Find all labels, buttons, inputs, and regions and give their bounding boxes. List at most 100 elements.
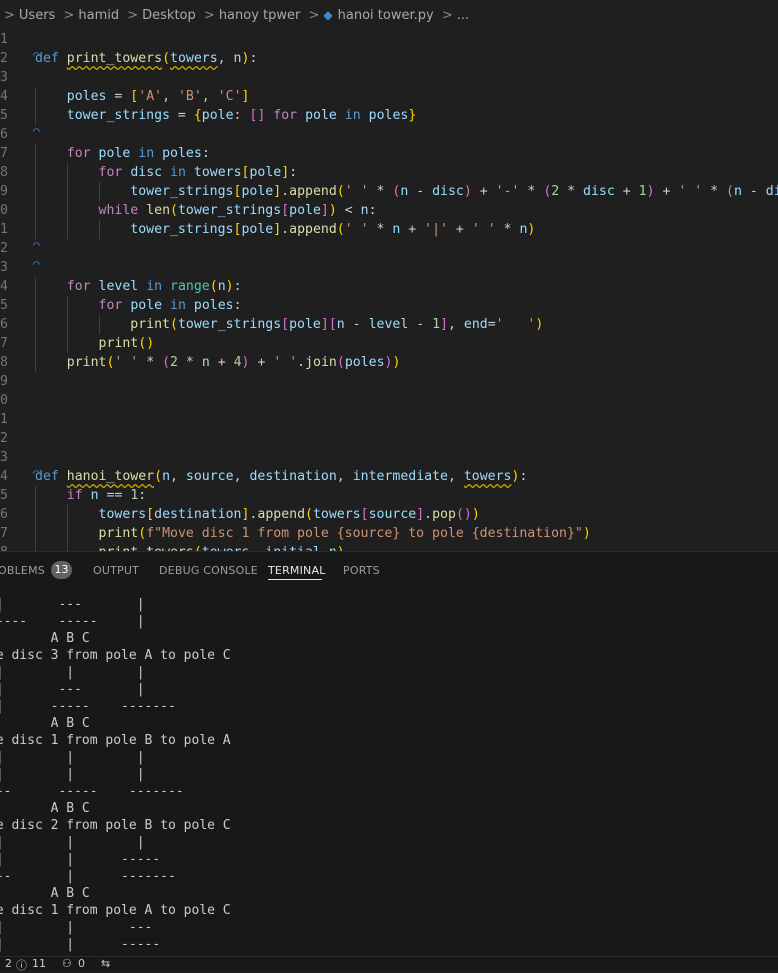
code-hint-icon[interactable]: ⌒ [33,121,40,140]
line-number: 3 [0,70,8,85]
line-number: 1 [0,32,8,47]
code-text: towers[destination].append(towers[source… [98,507,480,522]
code-line[interactable]: 7 print() [0,334,778,353]
code-text: poles = ['A', 'B', 'C'] [66,89,250,104]
line-number: 1 [0,222,8,237]
chevron-right-icon: > [203,8,215,23]
line-number: 2 [0,241,8,256]
panel-tabs: OBLEMS 13 OUTPUT DEBUG CONSOLE TERMINAL … [0,552,778,588]
code-text: print(tower_strings[pole][n - level - 1]… [130,317,544,332]
line-number: 6 [0,127,8,142]
terminal-line: ve disc 1 from pole A to pole C [0,903,231,918]
code-line[interactable]: 5 tower_strings = {pole: [] for pole in … [0,106,778,125]
line-number: 2 [0,51,8,66]
terminal-line: | | | [0,767,145,782]
code-line[interactable]: 3 [0,68,778,87]
breadcrumb-item-symbols[interactable]: ... [457,8,469,23]
code-line[interactable]: 9 [0,372,778,391]
tab-debug-console[interactable]: DEBUG CONSOLE [159,564,258,577]
code-text: tower_strings[pole].append(' ' * (n - di… [130,184,778,199]
terminal-line: A B C [50,631,90,646]
code-line[interactable]: 6 towers[destination].append(towers[sour… [0,505,778,524]
code-line[interactable]: 6 ⌒ [0,124,778,144]
line-number: 3 [0,450,8,465]
code-text: print_towers(towers, initial_n) [35,543,345,551]
breadcrumb-item-file[interactable]: hanoi tower.py [338,8,434,23]
code-line[interactable]: 0 while len(tower_strings[pole]) < n: [0,201,778,220]
code-line[interactable]: 3 ⌒ [0,257,778,277]
line-number: 3 [0,260,8,275]
breadcrumb: > Users > hamid > Desktop > hanoy tpwer > ◆ ha… [0,8,778,30]
line-number: 2 [0,431,8,446]
chevron-right-icon: > [441,8,453,23]
terminal-line: | | ----- [0,852,161,867]
code-line[interactable]: 7 print(f"Move disc 1 from pole {source}… [0,524,778,543]
code-text: def print_towers(towers, n): [35,51,258,66]
code-hint-icon[interactable]: ⌒ [33,235,40,254]
line-number: 7 [0,526,8,541]
terminal-output[interactable]: | --- | ----- ----- | A B C ve disc 3 from… [0,596,778,957]
tab-problems[interactable]: OBLEMS [0,564,45,577]
code-line[interactable]: 1 tower_strings[pole].append(' ' * n + '… [0,220,778,239]
warning-icon: ⓘ [16,959,27,972]
code-line[interactable]: 9 tower_strings[pole].append(' ' * (n - … [0,182,778,201]
chevron-right-icon: > [63,8,75,23]
line-number: 6 [0,507,8,522]
terminal-line: ve disc 3 from pole A to pole C [0,648,231,663]
status-ports-count[interactable]: 0 [78,957,85,970]
breadcrumb-item-folder[interactable]: hanoy tpwer [219,8,301,23]
code-line[interactable]: 2 ⌒ def print_towers(towers, n): [0,48,778,68]
tab-output[interactable]: OUTPUT [93,564,139,577]
status-warnings-count[interactable]: 11 [32,957,46,970]
problems-count-badge: 13 [51,561,72,579]
terminal-line: A B C [50,716,90,731]
terminal-line: | | | [0,835,145,850]
terminal-line: A B C [50,886,90,901]
code-line[interactable]: 8 print_towers(towers, initial_n) [0,543,778,551]
active-tab-indicator [268,579,322,580]
breadcrumb-item-users[interactable]: Users [19,8,55,23]
status-errors-count[interactable]: 2 [5,957,12,970]
terminal-line: | ----- ------- [0,699,176,714]
code-line[interactable]: 0 [0,391,778,410]
code-line[interactable]: 1 [0,30,778,49]
code-text: for pole in poles: [98,298,242,313]
code-hint-icon[interactable]: ⌒ [33,254,40,273]
code-line[interactable]: 5 for pole in poles: [0,296,778,315]
tab-terminal[interactable]: TERMINAL [268,564,326,577]
breadcrumb-item-desktop[interactable]: Desktop [142,8,196,23]
code-line[interactable]: 8 print(' ' * (2 * n + 4) + ' '.join(pol… [0,353,778,372]
code-text: for level in range(n): [66,279,242,294]
ports-icon: ⚇ [62,957,72,970]
line-number: 4 [0,469,8,484]
code-line[interactable]: 4 ⌒ def hanoi_tower(n, source, destination… [0,466,778,486]
code-text: for pole in poles: [66,146,210,161]
code-line[interactable]: 1 [0,410,778,429]
code-line[interactable]: 4 poles = ['A', 'B', 'C'] [0,87,778,106]
terminal-line: | | | [0,665,145,680]
code-line[interactable]: 4 for level in range(n): [0,277,778,296]
terminal-line: ----- ----- | [0,614,145,629]
chevron-right-icon: > [308,8,320,23]
line-number: 8 [0,355,8,370]
code-editor[interactable]: 1 2 ⌒ def print_towers(towers, n): 3 4 poles … [0,30,778,551]
code-line[interactable]: 6 print(tower_strings[pole][n - level - … [0,315,778,334]
line-number: 9 [0,184,8,199]
code-line[interactable]: 2 ⌒ [0,238,778,258]
status-bar: 2 ⓘ 11 ⚇ 0 ⇆ [0,956,778,972]
live-share-icon[interactable]: ⇆ [101,957,110,970]
terminal-line: --- ----- ------- [0,784,184,799]
code-line[interactable]: 2 [0,429,778,448]
code-line[interactable]: 7 for pole in poles: [0,144,778,163]
tab-ports[interactable]: PORTS [343,564,380,577]
python-file-icon: ◆ [323,8,333,22]
terminal-line: | | ----- [0,937,161,952]
line-number: 7 [0,336,8,351]
breadcrumb-item-hamid[interactable]: hamid [78,8,119,23]
bottom-panel: OBLEMS 13 OUTPUT DEBUG CONSOLE TERMINAL … [0,551,778,957]
code-line[interactable]: 8 for disc in towers[pole]: [0,163,778,182]
line-number: 4 [0,89,8,104]
code-line[interactable]: 5 if n == 1: [0,486,778,505]
line-number: 8 [0,543,10,551]
code-line[interactable]: 3 [0,448,778,467]
